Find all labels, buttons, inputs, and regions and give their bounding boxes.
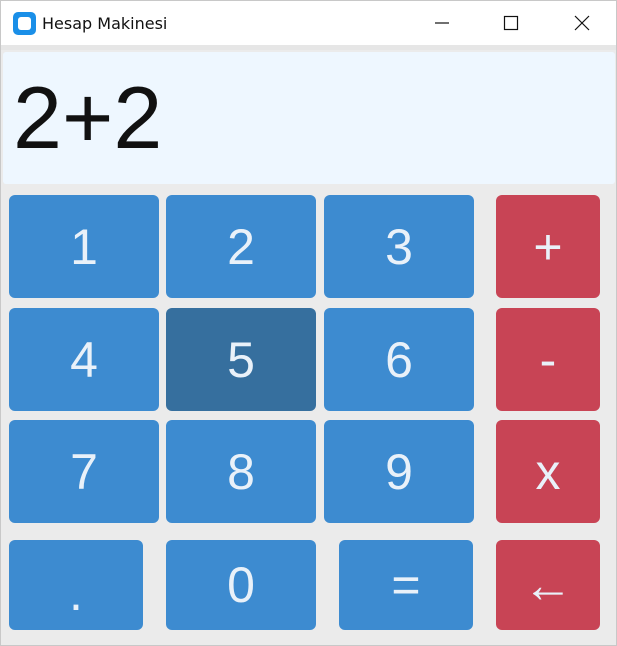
key-5[interactable]: 5 [166, 308, 316, 411]
key-equals[interactable]: = [339, 540, 473, 630]
key-backspace[interactable]: ← [496, 540, 600, 630]
title-separator [1, 45, 616, 50]
title-bar[interactable]: Hesap Makinesi [1, 1, 616, 45]
key-9[interactable]: 9 [324, 420, 474, 523]
minimize-button[interactable] [419, 1, 465, 45]
app-icon [13, 12, 36, 35]
key-minus[interactable]: - [496, 308, 600, 411]
calculator-window: Hesap Makinesi 2+2 1 2 3 + 4 5 6 - 7 8 9… [0, 0, 617, 646]
key-7[interactable]: 7 [9, 420, 159, 523]
close-icon [574, 15, 590, 31]
maximize-button[interactable] [488, 1, 534, 45]
minimize-icon [435, 22, 449, 24]
maximize-icon [503, 15, 519, 31]
key-3[interactable]: 3 [324, 195, 474, 298]
key-2[interactable]: 2 [166, 195, 316, 298]
window-title: Hesap Makinesi [42, 14, 168, 33]
key-decimal[interactable]: . [9, 540, 143, 630]
display-value: 2+2 [13, 68, 163, 167]
key-plus[interactable]: + [496, 195, 600, 298]
key-multiply[interactable]: x [496, 420, 600, 523]
close-button[interactable] [559, 1, 605, 45]
key-1[interactable]: 1 [9, 195, 159, 298]
key-4[interactable]: 4 [9, 308, 159, 411]
key-8[interactable]: 8 [166, 420, 316, 523]
key-6[interactable]: 6 [324, 308, 474, 411]
display-panel: 2+2 [3, 52, 615, 184]
key-0[interactable]: 0 [166, 540, 316, 630]
